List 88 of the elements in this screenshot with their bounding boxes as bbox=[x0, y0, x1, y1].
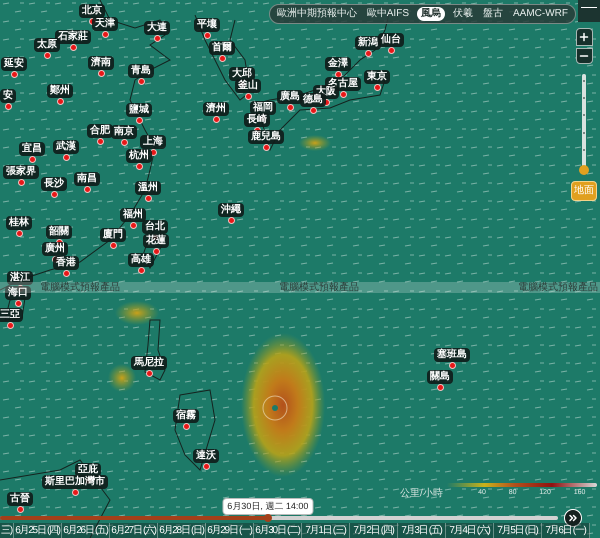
city-label: 杭州 bbox=[126, 149, 152, 163]
city-label: 大連 bbox=[144, 21, 170, 35]
city-label: 宜昌 bbox=[19, 142, 45, 156]
plus-icon bbox=[578, 31, 590, 43]
timeline-day[interactable]: 6月26日 (五) bbox=[62, 523, 110, 538]
city-label: 釜山 bbox=[235, 79, 261, 93]
panel-toggle-button[interactable] bbox=[578, 0, 600, 22]
zoom-out-button[interactable] bbox=[576, 48, 592, 64]
city-label: 大邱 bbox=[229, 67, 255, 81]
timeline-day[interactable]: 三) bbox=[0, 523, 14, 538]
timeline-day[interactable]: 7月6日 (一) bbox=[542, 523, 590, 538]
timeline-day[interactable]: 6月27日 (六) bbox=[110, 523, 158, 538]
city-label: 福岡 bbox=[250, 101, 276, 115]
city-label: 馬尼拉 bbox=[131, 356, 167, 370]
city-label: 張家界 bbox=[3, 165, 39, 179]
city-label: 天津 bbox=[92, 17, 118, 31]
model-tab[interactable]: 歐洲中期預報中心 bbox=[274, 7, 359, 21]
city-label: 海口 bbox=[5, 286, 31, 300]
city-label: 斯里巴加灣市 bbox=[42, 475, 108, 489]
city-label: 上海 bbox=[140, 135, 166, 149]
city-label: 鹿兒島 bbox=[248, 130, 284, 144]
disclaimer-text: 電腦模式預報產品 bbox=[518, 282, 598, 292]
city-label: 青島 bbox=[128, 64, 154, 78]
city-label: 廈門 bbox=[100, 228, 126, 242]
city-label: 延安 bbox=[1, 57, 27, 71]
city-label: 平壤 bbox=[194, 18, 220, 32]
city-label: 太原 bbox=[34, 38, 60, 52]
timeline-day[interactable]: 7月1日 (三) bbox=[302, 523, 350, 538]
city-label: 福州 bbox=[120, 208, 146, 222]
timeline-day[interactable]: 7月2日 (四) bbox=[350, 523, 398, 538]
timeline-tooltip: 6月30日, 週二 14:00 bbox=[222, 498, 314, 515]
model-tab[interactable]: 盤古 bbox=[481, 7, 505, 21]
city-label: 德島 bbox=[300, 93, 326, 107]
city-label: 古晉 bbox=[7, 492, 33, 506]
city-label: 新潟 bbox=[355, 36, 381, 50]
city-label: 仙台 bbox=[378, 33, 404, 47]
city-label: 宿霧 bbox=[173, 409, 199, 423]
model-tab[interactable]: 伏羲 bbox=[451, 7, 475, 21]
city-label: 武漢 bbox=[53, 140, 79, 154]
slider-tick-icon bbox=[583, 97, 585, 100]
city-label: 湛江 bbox=[7, 271, 33, 285]
timeline-track[interactable] bbox=[0, 516, 558, 520]
city-label: 南昌 bbox=[74, 172, 100, 186]
timeline-day[interactable]: 6月25日 (四) bbox=[14, 523, 62, 538]
timeline-day[interactable]: 7月4日 (六) bbox=[446, 523, 494, 538]
city-label: 台北 bbox=[142, 220, 168, 234]
city-label: 關島 bbox=[427, 370, 453, 384]
city-label: 安 bbox=[0, 89, 16, 103]
city-label: 廣州 bbox=[42, 242, 68, 256]
city-label: 桂林 bbox=[6, 216, 32, 230]
double-chevron-icon bbox=[567, 512, 579, 524]
city-label: 韶關 bbox=[46, 225, 72, 239]
city-label: 達沃 bbox=[193, 449, 219, 463]
city-label: 首爾 bbox=[209, 41, 235, 55]
model-tab[interactable]: 歐中AIFS bbox=[364, 7, 411, 21]
city-label: 高雄 bbox=[128, 253, 154, 267]
timeline-day[interactable]: 6月28日 (日) bbox=[158, 523, 206, 538]
city-label: 廣島 bbox=[277, 90, 303, 104]
city-label: 濟州 bbox=[203, 102, 229, 116]
city-label: 塞班島 bbox=[434, 348, 470, 362]
city-label: 長沙 bbox=[41, 177, 67, 191]
model-tab[interactable]: 風烏 bbox=[417, 7, 445, 21]
disclaimer-text: 電腦模式預報產品 bbox=[279, 282, 359, 292]
city-label: 三亞 bbox=[0, 308, 23, 322]
city-label: 東京 bbox=[364, 70, 390, 84]
city-label: 金澤 bbox=[325, 57, 351, 71]
city-label: 濟南 bbox=[88, 56, 114, 70]
zoom-in-button[interactable] bbox=[576, 28, 592, 46]
slider-tick-icon bbox=[583, 148, 585, 151]
city-label: 香港 bbox=[53, 256, 79, 270]
model-tab[interactable]: AAMC-WRF bbox=[511, 7, 570, 21]
legend-unit: 公里/小時 bbox=[400, 489, 443, 499]
timeline-day[interactable]: 6月29日 (一) bbox=[206, 523, 254, 538]
timeline-day[interactable]: 7月3日 (五) bbox=[398, 523, 446, 538]
disclaimer-text: 電腦模式預報產品 bbox=[40, 282, 120, 292]
slider-tick-icon bbox=[583, 132, 585, 134]
city-label: 北京 bbox=[79, 4, 105, 18]
timeline-day[interactable]: 6月30日 (二) bbox=[254, 523, 302, 538]
city-label: 溫州 bbox=[135, 181, 161, 195]
slider-tick-icon bbox=[583, 114, 585, 116]
city-label: 鄭州 bbox=[47, 84, 73, 98]
city-label: 沖繩 bbox=[218, 203, 244, 217]
city-label: 南京 bbox=[111, 125, 137, 139]
city-label: 合肥 bbox=[87, 124, 113, 138]
timeline-day[interactable]: 7月5日 (日) bbox=[494, 523, 542, 538]
slider-tick-icon bbox=[583, 80, 585, 82]
city-label: 花蓮 bbox=[143, 234, 169, 248]
city-label: 鹽城 bbox=[126, 103, 152, 117]
